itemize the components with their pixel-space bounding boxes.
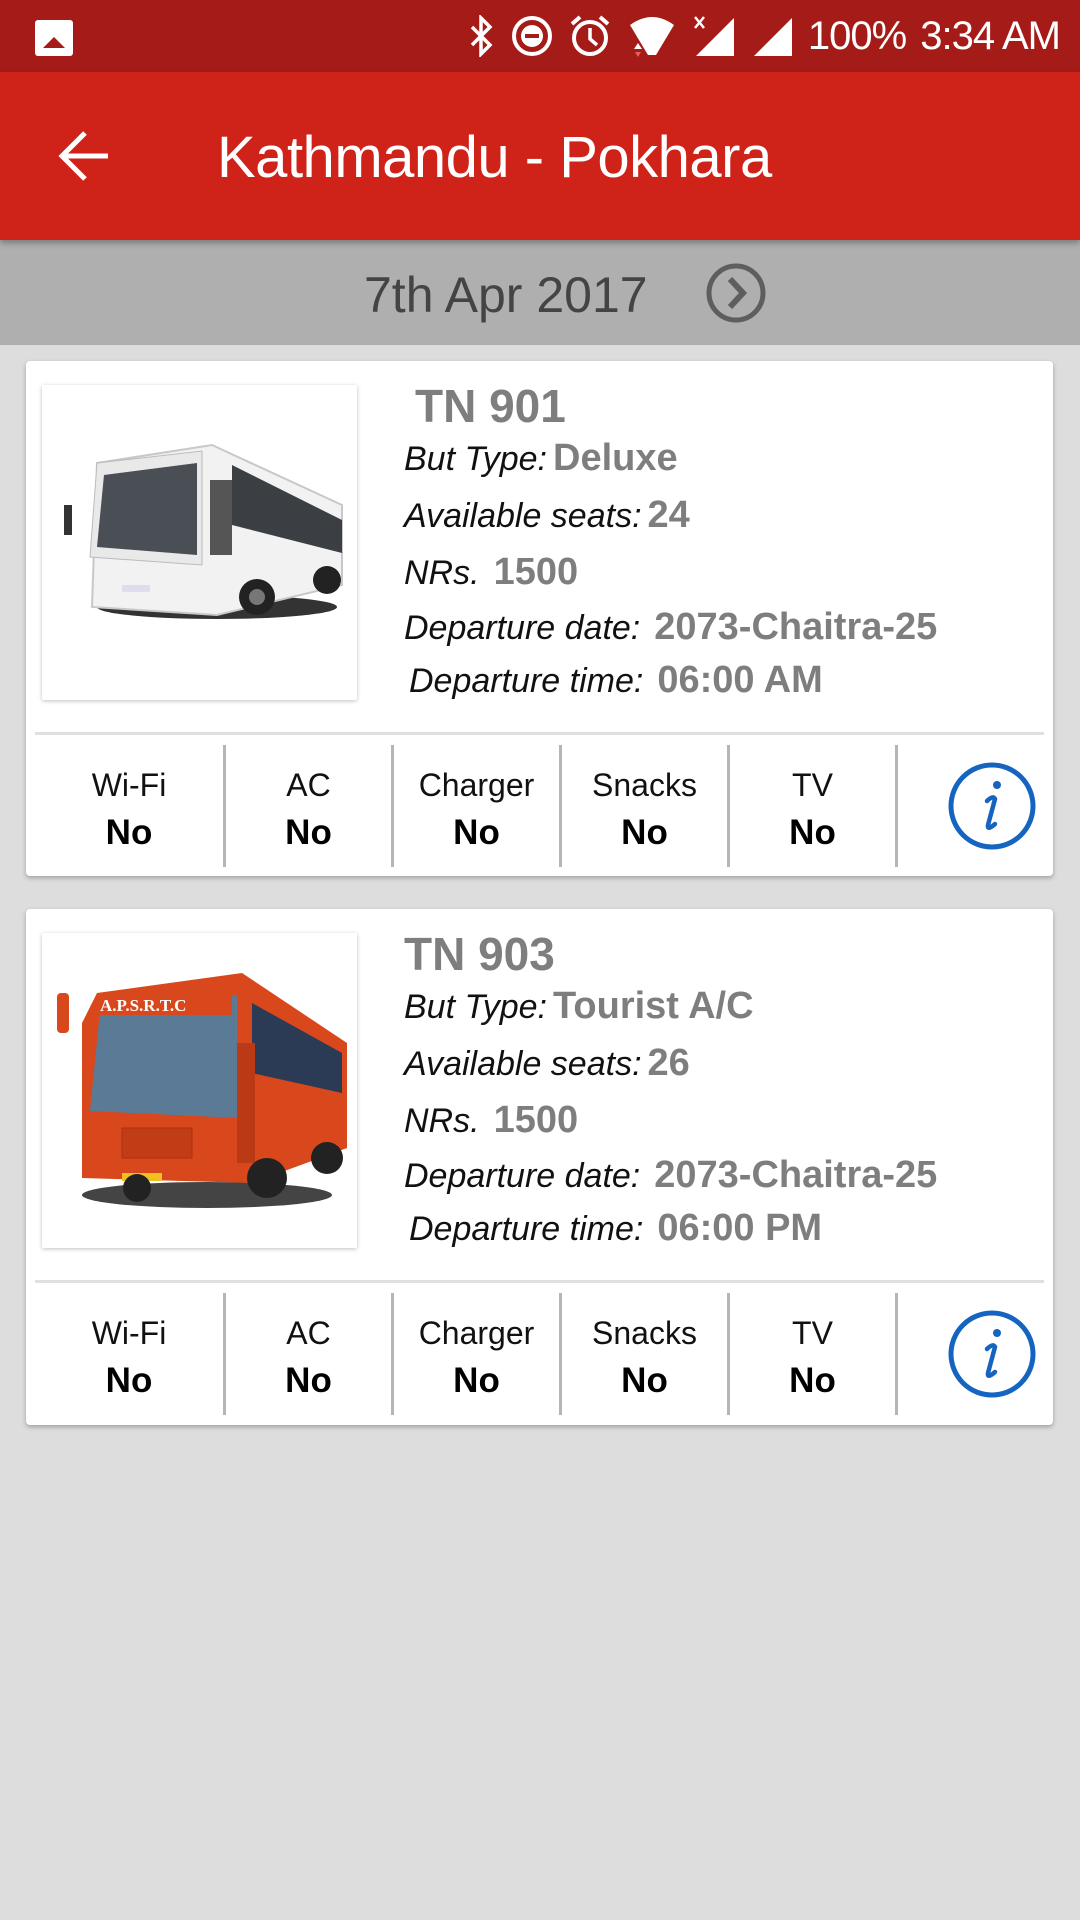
amenity-label: Wi-Fi [91,1315,167,1351]
amenity-value: No [621,813,668,852]
price-label: NRs. [404,554,480,592]
departure-date-value: 2073-Chaitra-25 [654,606,938,648]
arrow-back-icon [58,131,108,181]
amenity-charger: Charger No [394,745,562,867]
seats-row: Available seats: 24 [404,494,690,537]
orange-bus-image: A.P.S.R.T.C [42,933,357,1248]
amenity-label: AC [286,767,331,803]
amenity-value: No [285,813,332,852]
amenity-tv: TV No [730,1293,898,1415]
bus-type-row: But Type: Deluxe [404,437,678,480]
amenity-value: No [105,813,153,852]
amenity-wifi: Wi-Fi No [35,1293,226,1415]
bus-type-label: But Type: [404,440,547,478]
amenity-wifi: Wi-Fi No [35,745,226,867]
status-bar: 100% 3:34 AM [0,0,1080,72]
departure-time-row: Departure time: 06:00 AM [409,659,823,702]
alarm-icon [570,15,610,56]
bus-image: A.P.S.R.T.C [42,933,357,1248]
amenity-value: No [285,1361,332,1400]
bluetooth-icon [470,15,493,57]
amenity-ac: AC No [226,745,394,867]
departure-date-label: Departure date: [404,609,641,647]
price-value: 1500 [493,551,579,593]
amenity-value: No [621,1361,668,1400]
bus-image [42,385,357,700]
bus-card[interactable]: A.P.S.R.T.C TN 903 But Type: Tourist A/C … [26,909,1053,1425]
bus-type-value: Tourist A/C [553,985,754,1027]
departure-time-label: Departure time: [409,1210,644,1248]
amenities-row: Wi-Fi No AC No Charger No Snacks No TV N… [35,1293,1044,1415]
amenity-value: No [453,813,500,852]
amenity-label: Wi-Fi [91,767,167,803]
bus-logo-text: A.P.S.R.T.C [100,996,186,1015]
card-divider [35,1280,1044,1283]
bus-info-button[interactable] [947,761,1037,851]
amenity-label: Snacks [592,1315,697,1351]
seats-label: Available seats: [404,1045,642,1083]
amenity-label: TV [792,1315,833,1351]
seats-row: Available seats: 26 [404,1042,690,1085]
chevron-right-circle-icon [706,263,766,323]
bus-card[interactable]: TN 901 But Type: Deluxe Available seats: 2… [26,361,1053,876]
signal-icon [753,18,792,56]
back-button[interactable] [44,116,124,196]
amenity-label: TV [792,767,833,803]
departure-date-value: 2073-Chaitra-25 [654,1154,938,1196]
bus-type-label: But Type: [404,988,547,1026]
do-not-disturb-icon [511,16,552,56]
departure-date-row: Departure date: 2073-Chaitra-25 [404,606,937,649]
amenity-ac: AC No [226,1293,394,1415]
page-title: Kathmandu - Pokhara [217,125,772,190]
bus-info-button[interactable] [947,1309,1037,1399]
amenity-label: AC [286,1315,331,1351]
amenity-label: Charger [418,767,535,803]
status-icons: 100% 3:34 AM [468,0,1061,72]
bus-type-row: But Type: Tourist A/C [404,985,754,1028]
amenity-snacks: Snacks No [562,745,730,867]
price-value: 1500 [493,1099,579,1141]
battery-percent: 100% [807,13,907,58]
seats-value: 24 [647,494,690,536]
price-row: NRs. 1500 [404,1099,578,1142]
amenity-label: Snacks [592,767,697,803]
departure-date-row: Departure date: 2073-Chaitra-25 [404,1154,937,1197]
amenity-snacks: Snacks No [562,1293,730,1415]
amenities-row: Wi-Fi No AC No Charger No Snacks No TV N… [35,745,1044,867]
next-date-button[interactable] [704,261,768,325]
amenity-separator [895,745,898,867]
date-bar: 7th Apr 2017 [0,240,1080,345]
amenity-value: No [789,1361,836,1400]
price-label: NRs. [404,1102,480,1140]
amenity-separator [895,1293,898,1415]
clock-time: 3:34 AM [920,13,1061,58]
departure-time-label: Departure time: [409,662,644,700]
amenity-charger: Charger No [394,1293,562,1415]
amenity-value: No [453,1361,500,1400]
departure-time-value: 06:00 PM [657,1207,823,1249]
price-row: NRs. 1500 [404,551,578,594]
departure-time-row: Departure time: 06:00 PM [409,1207,822,1250]
departure-time-value: 06:00 AM [657,659,823,701]
app-toolbar: Kathmandu - Pokhara [0,72,1080,240]
info-icon [948,762,1036,850]
bus-name: TN 903 [404,928,555,980]
amenity-tv: TV No [730,745,898,867]
signal-no-sim-icon [693,16,734,56]
amenity-value: No [789,813,836,852]
amenity-label: Charger [418,1315,535,1351]
seats-value: 26 [647,1042,690,1084]
wifi-icon [629,17,674,57]
selected-date: 7th Apr 2017 [364,267,648,323]
gallery-notification-icon [35,20,73,56]
card-divider [35,732,1044,735]
departure-date-label: Departure date: [404,1157,641,1195]
info-icon [948,1310,1036,1398]
seats-label: Available seats: [404,497,642,535]
bus-type-value: Deluxe [553,437,678,479]
bus-name: TN 901 [415,380,566,432]
amenity-value: No [105,1361,153,1400]
white-coach-bus-image [42,385,357,700]
